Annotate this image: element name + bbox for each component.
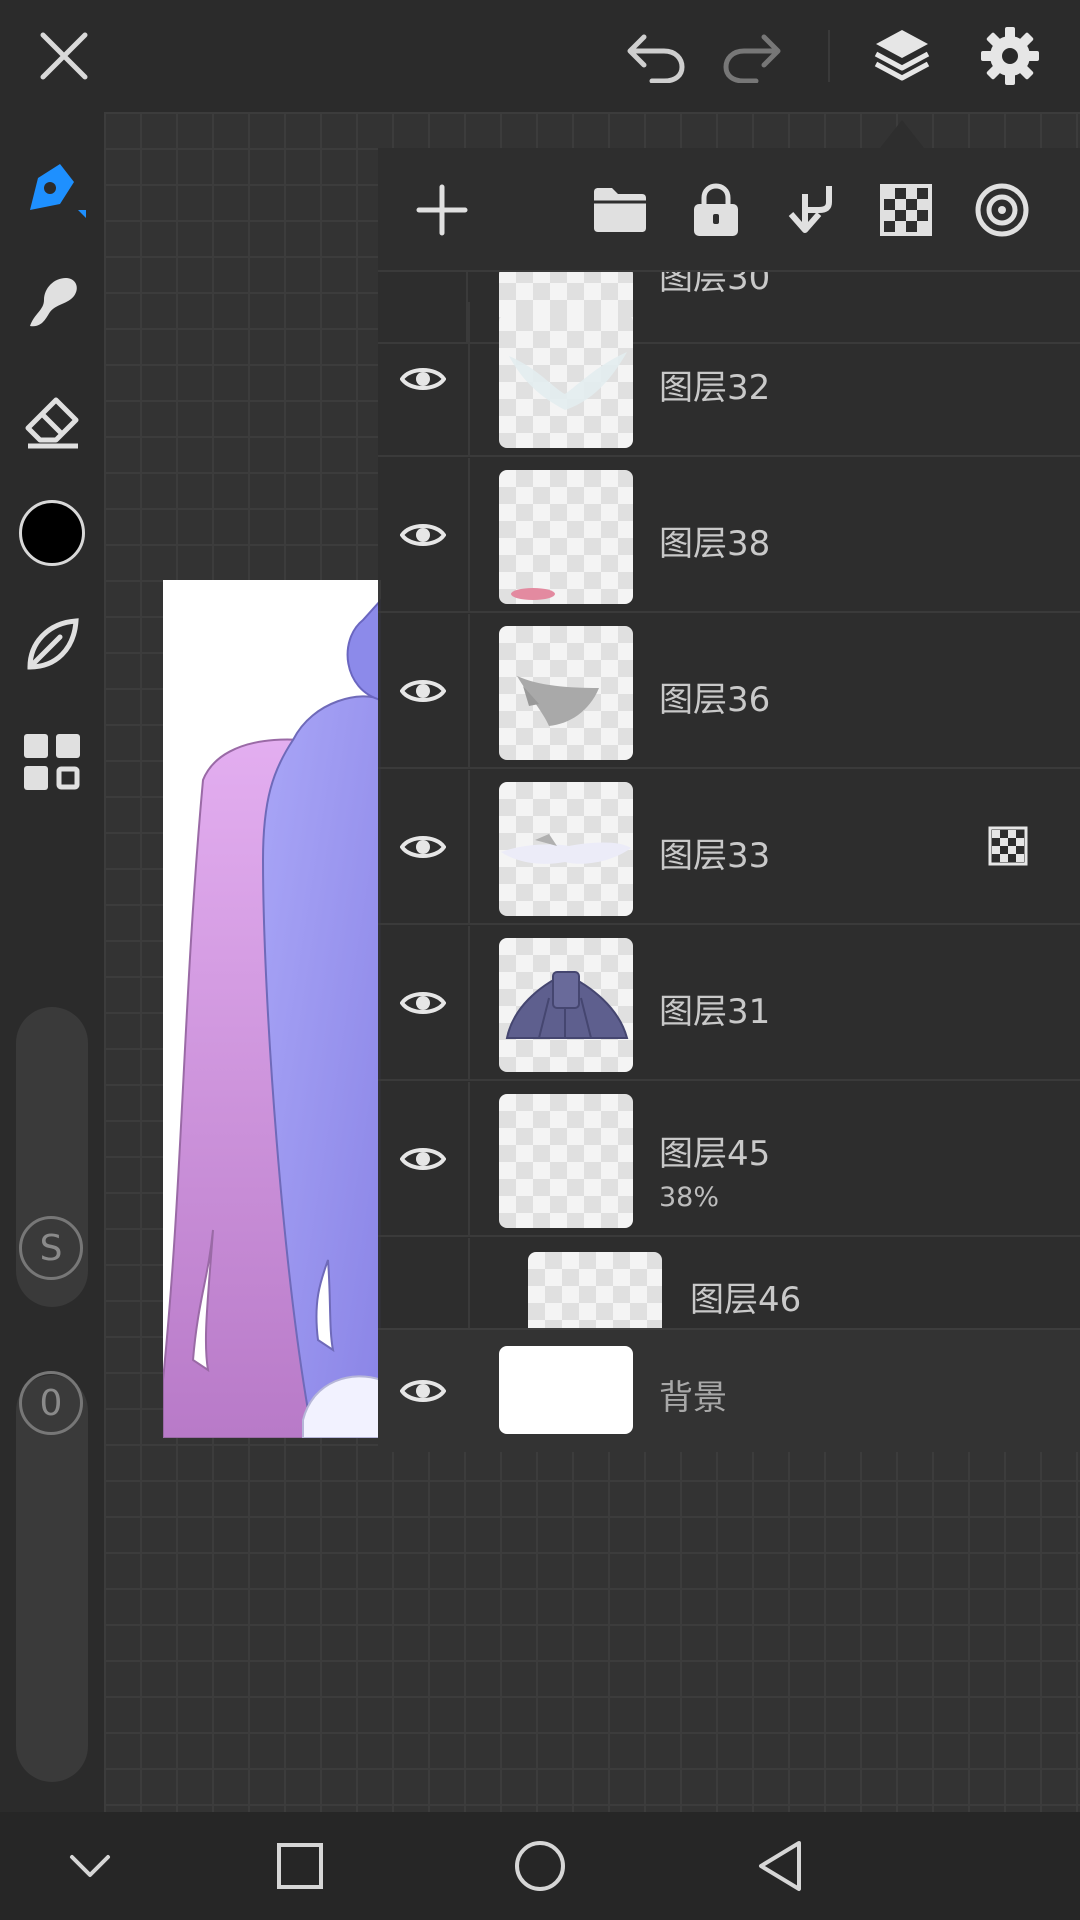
layer-row[interactable]: 图层32 [378, 302, 1080, 457]
artwork[interactable] [163, 580, 381, 1438]
layer-name: 图层38 [659, 524, 771, 564]
eraser-icon[interactable] [12, 380, 92, 460]
visibility-toggle[interactable] [378, 770, 470, 923]
left-toolbar: S 0 [0, 112, 104, 1812]
recent-apps-icon[interactable] [264, 1830, 336, 1902]
toolbar-divider [828, 30, 830, 82]
back-icon[interactable] [744, 1830, 816, 1902]
layer-opacity: 38% [659, 1182, 720, 1213]
layer-thumbnail [499, 470, 633, 604]
visibility-toggle[interactable] [378, 302, 470, 455]
size-slider-badge: S [19, 1216, 83, 1280]
eye-icon [400, 679, 446, 702]
layer-toolbar [378, 148, 1080, 272]
add-layer-icon[interactable] [410, 178, 474, 242]
folder-icon[interactable] [588, 178, 652, 242]
checker-icon[interactable] [874, 178, 938, 242]
opacity-slider-badge: 0 [19, 1371, 83, 1435]
layer-thumbnail [499, 1094, 633, 1228]
visibility-toggle[interactable] [378, 1330, 468, 1452]
gallery-icon[interactable] [12, 722, 92, 802]
leaf-icon[interactable] [12, 605, 92, 685]
color-swatch[interactable] [19, 500, 85, 566]
layer-row[interactable]: 图层36 [378, 614, 1080, 769]
eye-icon [400, 1380, 446, 1402]
size-slider-label: S [39, 1227, 63, 1269]
system-nav-bar [0, 1812, 1080, 1920]
layer-name: 图层32 [659, 368, 771, 408]
panel-pointer [880, 120, 924, 148]
settings-icon[interactable] [974, 20, 1046, 92]
undo-icon[interactable] [620, 20, 692, 92]
home-icon[interactable] [504, 1830, 576, 1902]
app-window: S 0 图层30 图层32 图层38 图层36 图层33 图层31 图层45 38% 图层46 [0, 0, 1080, 1920]
layer-name: 图层46 [690, 1280, 802, 1320]
layer-name: 图层33 [659, 836, 771, 876]
opacity-slider-label: 0 [39, 1382, 63, 1424]
close-icon[interactable] [28, 20, 100, 92]
visibility-toggle[interactable] [378, 1082, 470, 1235]
visibility-toggle[interactable] [378, 926, 470, 1079]
layer-thumbnail [499, 314, 633, 448]
clipping-mask-icon[interactable] [988, 826, 1028, 870]
layer-thumbnail [499, 626, 633, 760]
redo-icon[interactable] [716, 20, 788, 92]
eye-icon [400, 1147, 446, 1170]
eye-icon [400, 367, 446, 390]
layer-row[interactable]: 图层31 [378, 926, 1080, 1081]
layer-thumbnail [499, 1346, 633, 1434]
layer-name: 图层36 [659, 680, 771, 720]
layer-name: 图层31 [659, 992, 771, 1032]
layers-icon[interactable] [866, 20, 938, 92]
layer-row[interactable]: 图层45 38% [378, 1082, 1080, 1237]
layer-name: 图层45 [659, 1134, 771, 1174]
visibility-toggle[interactable] [378, 614, 470, 767]
lock-icon[interactable] [684, 178, 748, 242]
visibility-toggle[interactable] [378, 458, 470, 611]
layer-row[interactable]: 图层33 [378, 770, 1080, 925]
merge-down-icon[interactable] [780, 178, 844, 242]
top-bar [0, 0, 1080, 112]
smudge-icon[interactable] [12, 262, 92, 342]
eye-icon [400, 835, 446, 858]
layer-row[interactable]: 图层38 [378, 458, 1080, 613]
opacity-slider[interactable] [16, 1375, 88, 1782]
eye-icon [400, 523, 446, 546]
background-layer-row[interactable]: 背景 [378, 1328, 1080, 1452]
layer-thumbnail [499, 782, 633, 916]
artwork-drawing [163, 598, 381, 1438]
brush-icon[interactable] [12, 150, 92, 230]
eye-icon [400, 991, 446, 1014]
layer-name: 背景 [659, 1378, 727, 1418]
chevron-down-icon[interactable] [54, 1830, 126, 1902]
layer-thumbnail [499, 938, 633, 1072]
target-icon[interactable] [970, 178, 1034, 242]
